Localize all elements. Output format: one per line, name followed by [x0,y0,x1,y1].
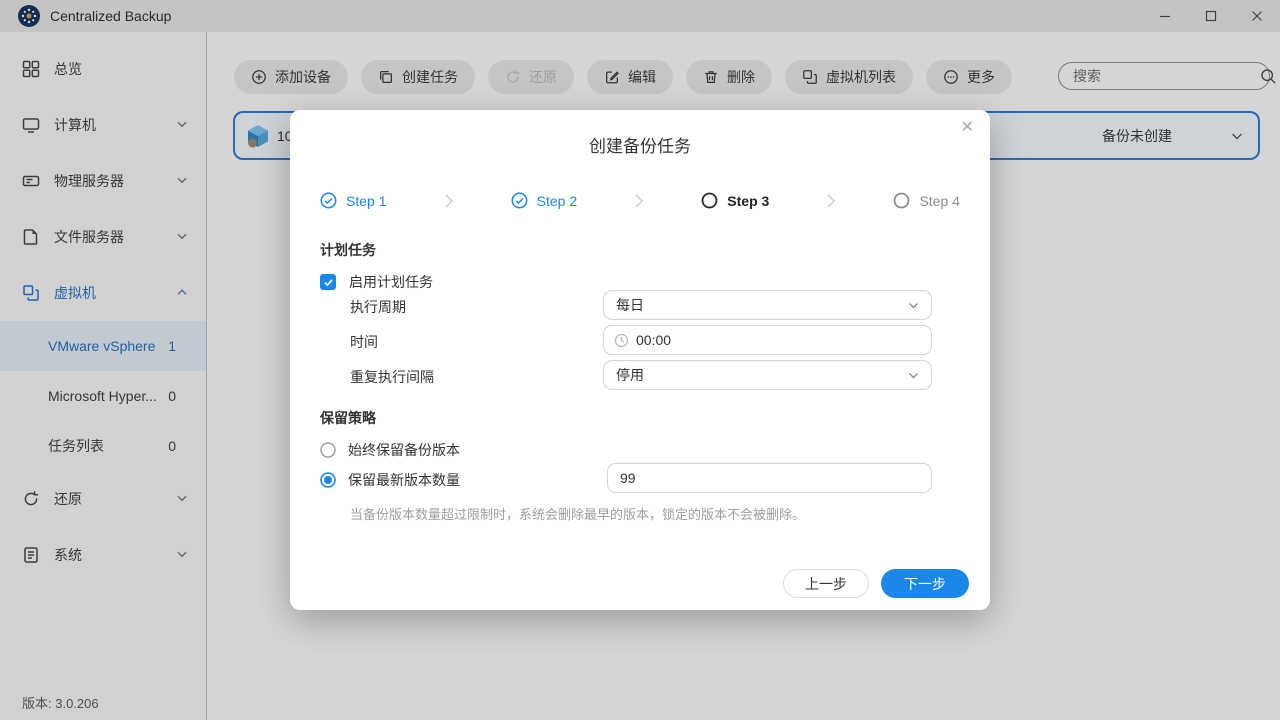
keep-latest-option-row: 保留最新版本数量 [320,470,460,490]
retention-help-text: 当备份版本数量超过限制时，系统会删除最早的版本，锁定的版本不会被删除。 [350,504,805,523]
cycle-label: 执行周期 [350,297,406,317]
step-label: Step 2 [537,193,577,209]
chevron-right-icon [632,193,646,209]
radio-selected-icon[interactable] [320,472,336,488]
circle-icon [701,192,718,209]
enable-schedule-checkbox[interactable] [320,274,336,290]
time-label: 时间 [350,332,378,352]
step-3: Step 3 [701,192,769,209]
chevron-down-icon [907,369,920,382]
chevron-right-icon [442,193,456,209]
check-circle-icon [511,192,528,209]
circle-icon [893,192,910,209]
time-input[interactable] [629,332,931,348]
interval-label: 重复执行间隔 [350,367,434,387]
time-field [603,325,932,355]
radio-unselected-icon[interactable] [320,442,336,458]
retention-section-heading: 保留策略 [320,408,376,428]
step-1: Step 1 [320,192,386,209]
keep-latest-count-input[interactable] [608,470,931,486]
cycle-value: 每日 [604,295,644,315]
wizard-stepper: Step 1 Step 2 Step 3 [320,192,960,209]
schedule-section-heading: 计划任务 [320,240,376,260]
check-circle-icon [320,192,337,209]
enable-schedule-row: 启用计划任务 [320,272,433,292]
step-2: Step 2 [511,192,577,209]
clock-icon [614,333,629,348]
step-label: Step 4 [919,193,959,209]
chevron-right-icon [824,193,838,209]
cycle-select[interactable]: 每日 [603,290,932,320]
chevron-down-icon [907,299,920,312]
step-label: Step 1 [346,193,386,209]
keep-all-label: 始终保留备份版本 [348,440,460,460]
step-4: Step 4 [893,192,959,209]
keep-all-option-row: 始终保留备份版本 [320,440,460,460]
create-backup-task-dialog: ✕ 创建备份任务 Step 1 Step 2 [290,110,990,610]
dialog-footer: 上一步 下一步 [783,569,969,598]
keep-latest-count-field [607,463,932,493]
dialog-title: 创建备份任务 [290,132,990,157]
interval-value: 停用 [604,365,644,385]
interval-select[interactable]: 停用 [603,360,932,390]
previous-step-button[interactable]: 上一步 [783,569,869,598]
step-label: Step 3 [727,193,769,209]
next-step-button[interactable]: 下一步 [881,569,969,598]
enable-schedule-label: 启用计划任务 [349,272,433,292]
keep-latest-label: 保留最新版本数量 [348,470,460,490]
